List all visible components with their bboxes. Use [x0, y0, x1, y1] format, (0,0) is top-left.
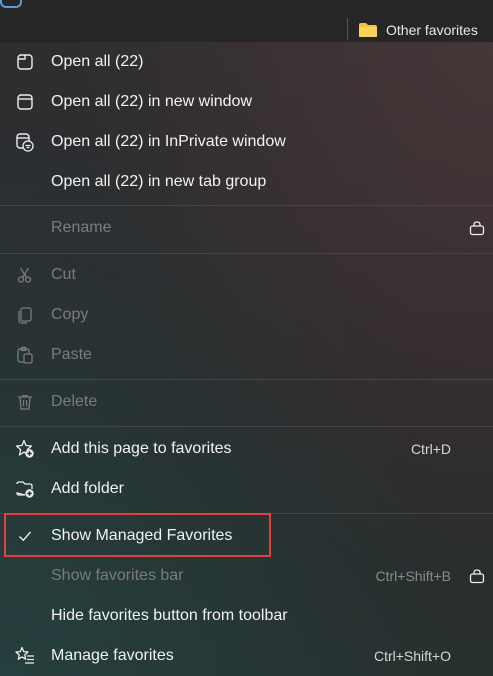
toolbar-separator [347, 18, 348, 40]
folder-add-icon [14, 478, 36, 500]
menu-item-label: Cut [51, 266, 76, 283]
menu-divider [0, 426, 493, 427]
menu-divider [0, 379, 493, 380]
manage-favorites-icon [14, 645, 36, 667]
menu-item-open-all-inprivate[interactable]: Open all (22) in InPrivate window [0, 122, 493, 162]
inprivate-window-icon [14, 131, 36, 153]
menu-item-copy[interactable]: Copy [0, 295, 493, 335]
menu-divider [0, 205, 493, 206]
menu-item-add-page[interactable]: Add this page to favorites Ctrl+D [0, 429, 493, 469]
menu-item-open-all[interactable]: Open all (22) [0, 42, 493, 82]
menu-item-open-all-tab-group[interactable]: Open all (22) in new tab group [0, 162, 493, 202]
shortcut-label: Ctrl+Shift+O [373, 648, 451, 664]
menu-item-show-favorites-bar[interactable]: Show favorites bar Ctrl+Shift+B [0, 556, 493, 596]
menu-item-label: Paste [51, 346, 92, 363]
folder-icon [359, 23, 377, 37]
highlight-box [4, 513, 271, 557]
menu-item-add-folder[interactable]: Add folder [0, 469, 493, 509]
menu-item-label: Open all (22) in new window [51, 93, 252, 110]
menu-item-delete[interactable]: Delete [0, 382, 493, 422]
menu-item-label: Show favorites bar [51, 567, 184, 584]
menu-item-paste[interactable]: Paste [0, 335, 493, 375]
menu-item-label: Open all (22) in InPrivate window [51, 133, 286, 150]
menu-item-manage-favorites[interactable]: Manage favorites Ctrl+Shift+O [0, 636, 493, 676]
tab-edge [0, 0, 22, 8]
shortcut-label: Ctrl+Shift+B [375, 568, 451, 584]
trash-icon [14, 391, 36, 413]
favorites-toolbar: Other favorites [0, 0, 493, 42]
managed-lock-icon [469, 568, 485, 584]
menu-item-open-all-new-window[interactable]: Open all (22) in new window [0, 82, 493, 122]
menu-item-label: Rename [51, 219, 112, 236]
menu-item-hide-favorites-button[interactable]: Hide favorites button from toolbar [0, 596, 493, 636]
menu-item-label: Hide favorites button from toolbar [51, 607, 288, 624]
scissors-icon [14, 264, 36, 286]
menu-divider [0, 253, 493, 254]
star-add-icon [14, 438, 36, 460]
menu-item-cut[interactable]: Cut [0, 255, 493, 295]
window-icon [14, 91, 36, 113]
menu-item-rename[interactable]: Rename [0, 208, 493, 248]
menu-item-label: Open all (22) in new tab group [51, 173, 267, 190]
shortcut-label: Ctrl+D [410, 441, 451, 457]
favorites-context-menu: Open all (22) Open all (22) in new windo… [0, 42, 493, 676]
other-favorites-label: Other favorites [386, 22, 478, 38]
menu-item-label: Delete [51, 393, 98, 410]
menu-item-label: Manage favorites [51, 647, 174, 664]
tab-icon [14, 51, 36, 73]
managed-lock-icon [469, 220, 485, 236]
menu-item-label: Open all (22) [51, 53, 144, 70]
menu-item-label: Add folder [51, 480, 124, 497]
copy-icon [14, 304, 36, 326]
menu-item-label: Copy [51, 306, 89, 323]
menu-item-label: Add this page to favorites [51, 440, 232, 457]
paste-icon [14, 344, 36, 366]
other-favorites-button[interactable]: Other favorites [358, 18, 478, 42]
